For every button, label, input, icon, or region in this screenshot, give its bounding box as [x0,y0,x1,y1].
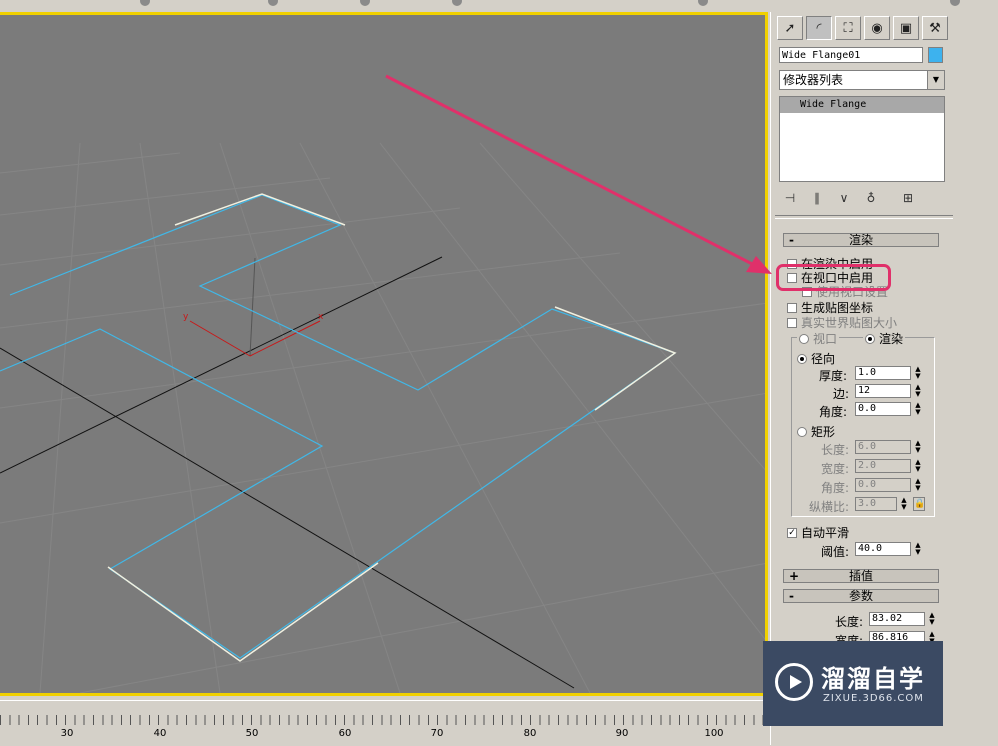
play-icon [775,663,813,701]
watermark-url: ZIXUE.3D66.COM [823,693,924,704]
watermark-logo: 溜溜自学 ZIXUE.3D66.COM [763,641,943,726]
annotation-arrow [385,74,772,274]
watermark-title: 溜溜自学 [821,665,925,693]
